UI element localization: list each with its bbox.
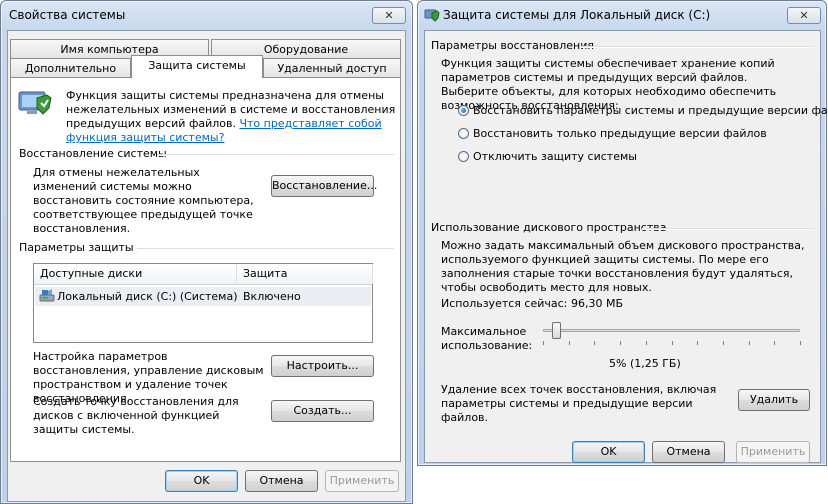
system-restore-button[interactable]: Восстановление... bbox=[271, 175, 377, 197]
slider-tick bbox=[671, 341, 673, 345]
cancel-button[interactable]: Отмена bbox=[652, 441, 725, 463]
delete-description: Удаление всех точек восстановления, вклю… bbox=[441, 383, 717, 424]
tab-advanced[interactable]: Дополнительно bbox=[10, 58, 131, 78]
slider-tick bbox=[620, 341, 622, 345]
max-usage-slider-thumb[interactable] bbox=[551, 322, 561, 339]
radio-disable-protection[interactable] bbox=[458, 151, 469, 162]
protection-group-divider bbox=[137, 248, 394, 250]
used-now-label: Используется сейчас: bbox=[441, 297, 568, 310]
drive-protection-status: Включено bbox=[243, 290, 301, 303]
slider-tick bbox=[645, 341, 647, 345]
drives-table-header: Доступные диски Защита bbox=[34, 264, 373, 285]
radio-label-disable-protection[interactable]: Отключить защиту системы bbox=[473, 150, 637, 164]
slider-tick bbox=[568, 341, 570, 345]
title-bar[interactable]: Свойства системы ✕ bbox=[1, 1, 412, 28]
drive-icon bbox=[39, 289, 55, 302]
radio-label-restore-files-only[interactable]: Восстановить только предыдущие версии фа… bbox=[473, 127, 767, 141]
system-protection-icon bbox=[18, 91, 52, 115]
used-now-value: 96,30 МБ bbox=[571, 297, 624, 310]
delete-button[interactable]: Удалить bbox=[738, 389, 810, 411]
slider-tick bbox=[748, 341, 750, 345]
max-usage-label: Максимальное использование: bbox=[441, 325, 533, 352]
client-area: Имя компьютера Оборудование Дополнительн… bbox=[7, 30, 406, 502]
radio-label-restore-settings-and-files[interactable]: Восстановить параметры системы и предыду… bbox=[473, 104, 828, 118]
system-properties-window: Свойства системы ✕ Имя компьютера Оборуд… bbox=[0, 0, 413, 504]
restore-description: Для отмены нежелательных изменений систе… bbox=[33, 166, 254, 235]
slider-tick bbox=[697, 341, 699, 345]
restore-params-group-label: Параметры восстановления bbox=[431, 39, 594, 52]
ok-button[interactable]: OK bbox=[572, 441, 645, 463]
slider-tick bbox=[722, 341, 724, 345]
max-usage-value: 5% (1,25 ГБ) bbox=[609, 357, 681, 370]
intro-text: Функция защиты системы предназначена для… bbox=[66, 89, 396, 145]
configure-button[interactable]: Настроить... bbox=[271, 355, 374, 377]
max-usage-slider-track[interactable] bbox=[543, 329, 800, 332]
close-button[interactable]: ✕ bbox=[372, 7, 406, 24]
disk-usage-description: Можно задать максимальный объем дисковог… bbox=[441, 239, 805, 294]
system-protection-small-icon bbox=[424, 9, 440, 22]
title-bar[interactable]: Защита системы для Локальный диск (C:) ✕ bbox=[418, 1, 826, 28]
slider-tick bbox=[774, 341, 776, 345]
cancel-button[interactable]: Отмена bbox=[245, 470, 318, 492]
restore-params-divider bbox=[581, 46, 814, 48]
drive-name: Локальный диск (C:) (Система) bbox=[57, 290, 238, 303]
disk-usage-divider bbox=[642, 228, 814, 230]
slider-tick bbox=[800, 341, 801, 345]
table-row[interactable]: Локальный диск (C:) (Система) Включено bbox=[35, 287, 371, 306]
create-button[interactable]: Создать... bbox=[271, 400, 374, 422]
ok-button[interactable]: OK bbox=[165, 470, 238, 492]
radio-restore-files-only[interactable] bbox=[458, 128, 469, 139]
apply-button[interactable]: Применить bbox=[325, 470, 399, 492]
tab-panel-system-protection: Функция защиты системы предназначена для… bbox=[10, 77, 401, 462]
tab-remote[interactable]: Удаленный доступ bbox=[263, 58, 401, 78]
protection-group-label: Параметры защиты bbox=[19, 241, 134, 254]
window-title: Защита системы для Локальный диск (C:) bbox=[443, 8, 711, 22]
client-area: Параметры восстановления Функция защиты … bbox=[424, 30, 828, 463]
radio-restore-settings-and-files[interactable] bbox=[458, 105, 469, 116]
disk-protection-window: Защита системы для Локальный диск (C:) ✕… bbox=[417, 0, 828, 466]
tab-system-protection[interactable]: Защита системы bbox=[131, 55, 263, 78]
window-title: Свойства системы bbox=[9, 8, 126, 22]
apply-button[interactable]: Применить bbox=[736, 441, 810, 463]
slider-tick bbox=[543, 341, 544, 345]
slider-tick bbox=[594, 341, 596, 345]
disk-usage-group-label: Использование дискового пространства bbox=[431, 221, 667, 234]
restore-group-divider bbox=[157, 154, 394, 156]
column-header-drives[interactable]: Доступные диски bbox=[34, 264, 237, 284]
close-button[interactable]: ✕ bbox=[787, 7, 821, 24]
restore-group-label: Восстановление системы bbox=[19, 147, 167, 160]
column-header-protection[interactable]: Защита bbox=[237, 264, 373, 284]
create-description: Создать точку восстановления для дисков … bbox=[33, 395, 239, 436]
drives-table[interactable]: Доступные диски Защита Локальный диск (C… bbox=[33, 263, 373, 343]
